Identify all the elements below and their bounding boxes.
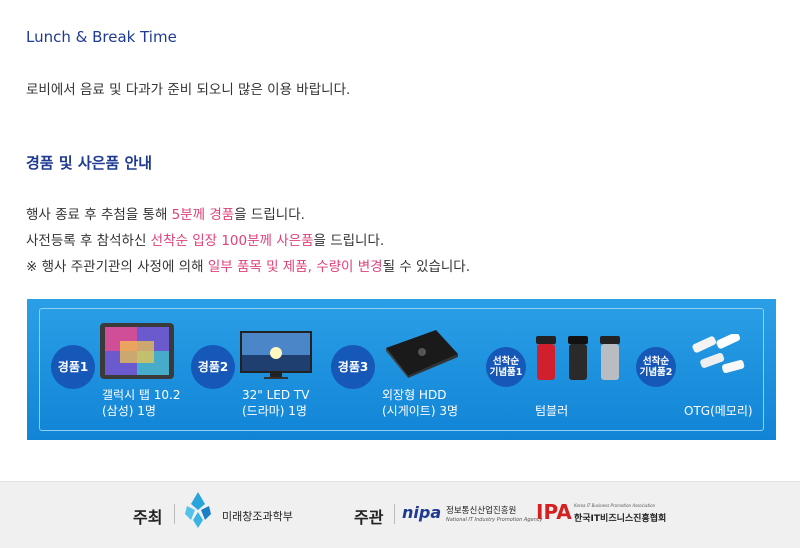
line-text: ※ 행사 주관기관의 사정에 의해 — [26, 259, 208, 275]
tumbler-icon — [536, 336, 620, 380]
gift-2-badge: 선착순 기념품2 — [636, 347, 676, 387]
tv-icon — [240, 331, 312, 379]
prize-3-name: 외장형 HDD — [382, 388, 447, 402]
prize-3-label: 외장형 HDD (시게이트) 3명 — [382, 387, 458, 419]
gift-2-label: OTG(메모리) — [684, 404, 753, 418]
prize-2-name: 32" LED TV — [242, 388, 310, 402]
line-text: 을 드립니다. — [234, 207, 305, 223]
msip-logo-icon — [185, 492, 211, 528]
prize-3-badge: 경품3 — [331, 345, 375, 389]
tablet-icon — [100, 323, 174, 379]
lunch-break-title: Lunch & Break Time — [26, 28, 177, 46]
gift-1-badge-line-1: 선착순 — [492, 355, 520, 367]
gift-1-badge-line-2: 기념품1 — [489, 367, 523, 378]
prize-1-label: 갤럭시 탭 10.2 (삼성) 1명 — [102, 387, 181, 419]
host-name: 미래창조과학부 — [222, 510, 293, 523]
nipa-eng-name: National IT Industry Promotion Agency — [446, 517, 543, 523]
prize-2-label: 32" LED TV (드라마) 1명 — [242, 387, 309, 419]
nipa-logo: nipa — [402, 503, 442, 522]
line-text: 될 수 있습니다. — [382, 259, 471, 275]
prize-3-count: (시게이트) 3명 — [382, 404, 459, 418]
gift-2-badge-line-1: 선착순 — [642, 355, 670, 367]
hdd-icon — [386, 330, 458, 378]
prize-1-name: 갤럭시 탭 10.2 — [102, 388, 181, 402]
lunch-break-text: 로비에서 음료 및 다과가 준비 되오니 많은 이용 바랍니다. — [26, 82, 351, 98]
line-highlight: 5분께 경품 — [171, 207, 235, 223]
line-text: 행사 종료 후 추첨을 통해 — [26, 207, 172, 223]
gift-1-badge: 선착순 기념품1 — [486, 347, 526, 387]
prize-1-count: (삼성) 1명 — [102, 404, 156, 418]
usb-memory-icon — [692, 334, 745, 374]
gift-1-label: 텀블러 — [535, 404, 569, 418]
gift-2-badge-line-2: 기념품2 — [639, 367, 673, 378]
prize-info-line-3: ※ 행사 주관기관의 사정에 의해 일부 품목 및 제품, 수량이 변경될 수 … — [26, 255, 470, 275]
prize-1-badge: 경품1 — [51, 345, 95, 389]
ipa-eng-name: Korea IT Business Promotion Association — [574, 503, 656, 508]
host-separator — [174, 504, 175, 524]
host-label: 주최 — [133, 508, 163, 527]
organizer-separator — [394, 504, 395, 524]
prize-info-line-2: 사전등록 후 참석하신 선착순 입장 100분께 사은품을 드립니다. — [26, 229, 384, 249]
ipa-name: 한국IT비즈니스진흥협회 — [574, 514, 667, 524]
line-highlight: 선착순 입장 100분께 사은품 — [150, 233, 314, 249]
line-text: 사전등록 후 참석하신 — [26, 233, 151, 249]
line-highlight: 일부 품목 및 제품, 수량이 변경 — [207, 259, 383, 275]
organizer-label: 주관 — [354, 508, 384, 527]
prize-info-line-1: 행사 종료 후 추첨을 통해 5분께 경품을 드립니다. — [26, 203, 305, 223]
ipa-logo: IPA — [536, 500, 572, 524]
nipa-name: 정보통신산업진흥원 — [446, 506, 517, 516]
prize-info-title: 경품 및 사은품 안내 — [26, 154, 153, 172]
prize-2-badge: 경품2 — [191, 345, 235, 389]
footer — [0, 481, 800, 548]
line-text: 을 드립니다. — [313, 233, 385, 249]
prize-2-count: (드라마) 1명 — [242, 404, 307, 418]
